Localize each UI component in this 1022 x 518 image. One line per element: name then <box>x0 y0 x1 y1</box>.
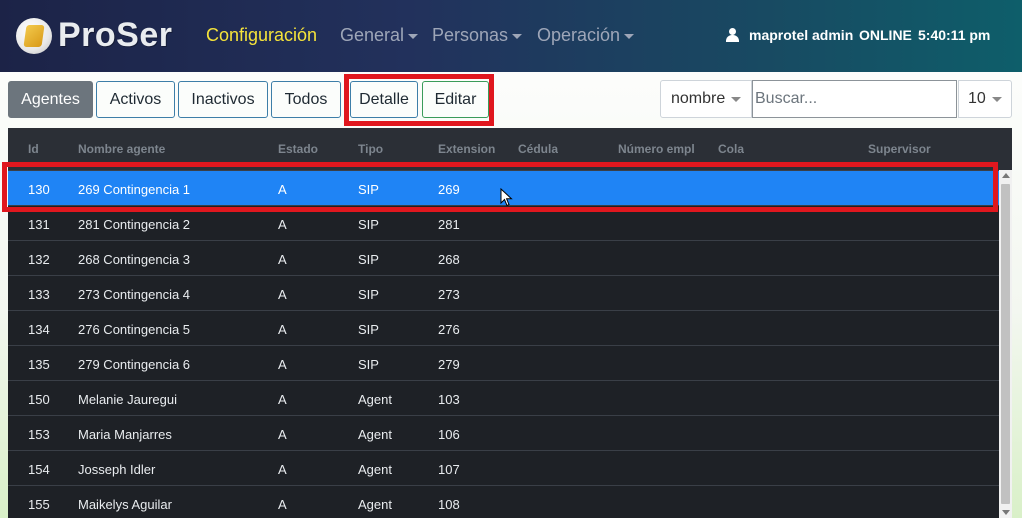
cell-id: 132 <box>28 252 50 267</box>
cell-estado: A <box>278 392 287 407</box>
column-header-cedula[interactable]: Cédula <box>518 142 558 156</box>
cell-tipo: SIP <box>358 357 379 372</box>
filter-inactivos-button[interactable]: Inactivos <box>178 81 268 118</box>
cell-extension: 107 <box>438 462 460 477</box>
table-row[interactable]: 133 273 Contingencia 4 A SIP 273 <box>8 275 999 310</box>
cell-id: 134 <box>28 322 50 337</box>
cell-extension: 281 <box>438 217 460 232</box>
cell-nombre: Josseph Idler <box>78 462 156 477</box>
table-row[interactable]: 153 Maria Manjarres A Agent 106 <box>8 415 999 450</box>
nav-operacion[interactable]: Operación <box>537 25 635 46</box>
table-body: 130 269 Contingencia 1 A SIP 269 131 281 Conti… <box>8 170 999 518</box>
table-row[interactable]: 155 Maikelys Aguilar A Agent 108 <box>8 485 999 518</box>
user-icon <box>726 28 739 42</box>
user-name[interactable]: maprotel admin <box>749 27 853 43</box>
column-header-cola[interactable]: Cola <box>718 142 744 156</box>
cell-estado: A <box>278 252 287 267</box>
cell-extension: 268 <box>438 252 460 267</box>
cell-estado: A <box>278 462 287 477</box>
chevron-down-icon <box>991 96 1002 102</box>
page-size-value: 10 <box>968 90 986 107</box>
cell-estado: A <box>278 497 287 512</box>
cell-tipo: SIP <box>358 287 379 302</box>
cell-extension: 279 <box>438 357 460 372</box>
cell-estado: A <box>278 427 287 442</box>
cell-extension: 103 <box>438 392 460 407</box>
table-row[interactable]: 134 276 Contingencia 5 A SIP 276 <box>8 310 999 345</box>
cell-nombre: 279 Contingencia 6 <box>78 357 191 372</box>
scrollbar-thumb[interactable] <box>1001 184 1010 504</box>
column-header-numero-empleado[interactable]: Número empl <box>618 142 700 156</box>
table-row[interactable]: 150 Melanie Jauregui A Agent 103 <box>8 380 999 415</box>
cell-extension: 108 <box>438 497 460 512</box>
cell-id: 154 <box>28 462 50 477</box>
column-header-id[interactable]: Id <box>28 142 39 156</box>
chevron-down-icon <box>512 33 523 39</box>
cell-id: 155 <box>28 497 50 512</box>
table-row[interactable]: 135 279 Contingencia 6 A SIP 279 <box>8 345 999 380</box>
search-input[interactable] <box>752 80 957 118</box>
table-row[interactable]: 154 Josseph Idler A Agent 107 <box>8 450 999 485</box>
column-header-nombre[interactable]: Nombre agente <box>78 142 165 156</box>
cell-nombre: Maikelys Aguilar <box>78 497 172 512</box>
cell-nombre: 276 Contingencia 5 <box>78 322 191 337</box>
cell-nombre: 268 Contingencia 3 <box>78 252 191 267</box>
nav-personas[interactable]: Personas <box>432 25 523 46</box>
column-header-supervisor[interactable]: Supervisor <box>868 142 931 156</box>
chevron-down-icon <box>408 33 419 39</box>
column-header-estado[interactable]: Estado <box>278 142 318 156</box>
brand-name: ProSer <box>58 16 173 54</box>
cell-tipo: SIP <box>358 252 379 267</box>
filter-todos-button[interactable]: Todos <box>271 81 341 118</box>
cell-id: 150 <box>28 392 50 407</box>
cell-id: 133 <box>28 287 50 302</box>
scroll-down-arrow-icon[interactable] <box>1002 510 1010 515</box>
nav-general-label: General <box>340 25 405 45</box>
cell-estado: A <box>278 357 287 372</box>
nav-operacion-label: Operación <box>537 25 621 45</box>
cell-tipo: Agent <box>358 497 392 512</box>
cell-estado: A <box>278 217 287 232</box>
cell-nombre: 273 Contingencia 4 <box>78 287 191 302</box>
nav-general[interactable]: General <box>340 25 419 46</box>
chevron-down-icon <box>731 96 742 102</box>
scroll-up-arrow-icon[interactable] <box>1002 173 1010 178</box>
action-buttons-highlight <box>344 74 494 126</box>
cell-nombre: Melanie Jauregui <box>78 392 178 407</box>
filter-agentes-button[interactable]: Agentes <box>8 81 93 118</box>
cell-nombre: Maria Manjarres <box>78 427 172 442</box>
cell-estado: A <box>278 322 287 337</box>
nav-configuracion[interactable]: Configuración <box>206 25 317 46</box>
nav-personas-label: Personas <box>432 25 509 45</box>
filter-activos-button[interactable]: Activos <box>96 81 175 118</box>
cell-tipo: SIP <box>358 217 379 232</box>
search-field-select[interactable]: nombre <box>660 80 752 118</box>
cell-tipo: SIP <box>358 322 379 337</box>
brand[interactable]: ProSer <box>16 16 173 55</box>
page-size-select[interactable]: 10 <box>958 80 1012 118</box>
connection-status: ONLINE <box>859 27 912 43</box>
vertical-scrollbar[interactable] <box>999 170 1012 518</box>
top-navbar: ProSer Configuración General Personas Op… <box>0 0 1022 72</box>
column-header-extension[interactable]: Extension <box>438 142 495 156</box>
cell-extension: 273 <box>438 287 460 302</box>
proser-logo-icon <box>16 17 52 54</box>
column-header-tipo[interactable]: Tipo <box>358 142 383 156</box>
cell-tipo: Agent <box>358 462 392 477</box>
cell-id: 135 <box>28 357 50 372</box>
cell-id: 131 <box>28 217 50 232</box>
cell-nombre: 281 Contingencia 2 <box>78 217 191 232</box>
chevron-down-icon <box>624 33 635 39</box>
search-field-value: nombre <box>671 90 726 107</box>
cell-tipo: Agent <box>358 392 392 407</box>
cell-extension: 276 <box>438 322 460 337</box>
clock-time: 5:40:11 pm <box>918 27 991 43</box>
mouse-pointer-icon <box>500 188 513 207</box>
cell-tipo: Agent <box>358 427 392 442</box>
cell-extension: 106 <box>438 427 460 442</box>
cell-id: 153 <box>28 427 50 442</box>
cell-estado: A <box>278 287 287 302</box>
table-row[interactable]: 132 268 Contingencia 3 A SIP 268 <box>8 240 999 275</box>
